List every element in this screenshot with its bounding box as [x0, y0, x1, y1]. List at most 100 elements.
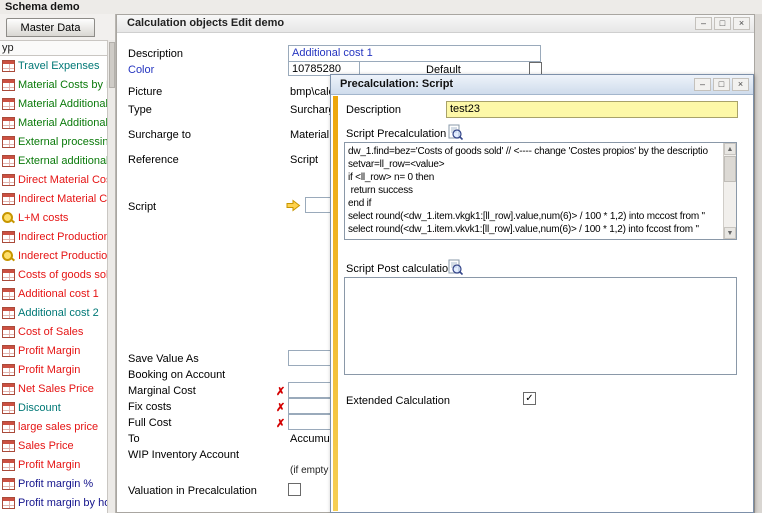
table-icon [2, 231, 15, 243]
list-item-label: Material Additional C [18, 117, 107, 129]
dialog-description-input[interactable]: test23 [446, 101, 738, 118]
table-icon [2, 174, 15, 186]
script-scrollbar[interactable]: ▲ ▼ [723, 143, 736, 239]
script-precalculation-zoom-icon[interactable] [447, 124, 463, 140]
table-icon [2, 345, 15, 357]
sidebar-list: Travel Expenses Material Costs by Bi Mater… [0, 56, 107, 513]
reference-value[interactable]: Script [290, 154, 318, 166]
script-scrollbar-thumb[interactable] [724, 156, 736, 182]
close-button[interactable]: × [733, 17, 750, 30]
list-item[interactable]: Additional cost 1 [0, 284, 107, 303]
list-item[interactable]: Indirect Production [0, 227, 107, 246]
table-icon [2, 326, 15, 338]
list-item[interactable]: Material Additional C [0, 94, 107, 113]
list-item[interactable]: External additional c [0, 151, 107, 170]
list-item[interactable]: Direct Material Cost [0, 170, 107, 189]
list-item[interactable]: Cost of Sales [0, 322, 107, 341]
list-item-label: large sales price [18, 421, 98, 433]
list-item-label: Profit Margin [18, 364, 80, 376]
description-input[interactable]: Additional cost 1 [288, 45, 541, 62]
list-item[interactable]: Net Sales Price [0, 379, 107, 398]
list-item-label: Material Costs by Bi [18, 79, 107, 91]
dialog-description-label: Description [346, 104, 401, 116]
dialog-minimize-button[interactable]: – [694, 78, 711, 91]
script-post-text [345, 278, 736, 374]
list-item-label: Sales Price [18, 440, 74, 452]
script-post-calculation-zoom-icon[interactable] [447, 259, 463, 275]
script-label: Script [128, 201, 156, 213]
script-post-calculation-label: Script Post calculation [346, 263, 454, 275]
list-item[interactable]: Material Additional C [0, 113, 107, 132]
list-item[interactable]: Profit Margin [0, 341, 107, 360]
arrow-right-icon[interactable] [286, 199, 301, 212]
picture-value[interactable]: bmp\calc [290, 86, 334, 98]
list-item[interactable]: Travel Expenses [0, 56, 107, 75]
table-icon [2, 383, 15, 395]
full-cost-error-icon: ✗ [276, 417, 285, 430]
list-item[interactable]: Sales Price [0, 436, 107, 455]
edit-window-titlebar[interactable]: Calculation objects Edit demo – □ × [117, 15, 754, 33]
table-icon [2, 98, 15, 110]
script-pre-text: dw_1.find=bez='Costs of goods sold' // <… [345, 143, 723, 239]
list-item[interactable]: Profit margin % [0, 474, 107, 493]
list-item-label: Cost of Sales [18, 326, 83, 338]
list-item[interactable]: Material Costs by Bi [0, 75, 107, 94]
list-item[interactable]: External processing [0, 132, 107, 151]
table-icon [2, 364, 15, 376]
scroll-up-icon[interactable]: ▲ [724, 143, 736, 155]
table-icon [2, 459, 15, 471]
scroll-down-icon[interactable]: ▼ [724, 227, 736, 239]
valuation-in-precalculation-label: Valuation in Precalculation [128, 485, 257, 497]
marginal-cost-error-icon: ✗ [276, 385, 285, 398]
list-item[interactable]: large sales price [0, 417, 107, 436]
table-icon [2, 478, 15, 490]
dialog-titlebar[interactable]: Precalculation: Script – □ × [331, 75, 753, 95]
table-icon [2, 402, 15, 414]
list-item-label: Inderect Production [18, 250, 107, 262]
list-item[interactable]: Profit Margin [0, 360, 107, 379]
list-item[interactable]: Profit margin by ho [0, 493, 107, 512]
sidebar-scrollbar[interactable] [107, 40, 116, 513]
app-titlebar[interactable]: Schema demo [0, 0, 762, 14]
list-item-label: Profit margin by ho [18, 497, 107, 509]
list-item[interactable]: Additional cost 2 [0, 303, 107, 322]
list-column-header: yp [0, 40, 107, 56]
list-item-label: Direct Material Cost [18, 174, 107, 186]
list-item-label: Travel Expenses [18, 60, 100, 72]
table-icon [2, 193, 15, 205]
script-post-calculation-box[interactable] [344, 277, 737, 375]
extended-calculation-checkbox[interactable]: ✓ [523, 392, 536, 405]
booking-on-account-label: Booking on Account [128, 369, 225, 381]
list-item[interactable]: Discount [0, 398, 107, 417]
table-icon [2, 60, 15, 72]
picture-label: Picture [128, 86, 162, 98]
list-item-label: External processing [18, 136, 107, 148]
list-item[interactable]: Inderect Production [0, 246, 107, 265]
description-label: Description [128, 48, 183, 60]
dialog-accent-strip [333, 96, 338, 511]
color-label[interactable]: Color [128, 64, 154, 76]
to-value[interactable]: Accumul [290, 433, 332, 445]
list-item-label: Profit margin % [18, 478, 93, 490]
master-data-tab[interactable]: Master Data [6, 18, 95, 37]
list-item-label: L+M costs [18, 212, 68, 224]
valuation-in-precalculation-checkbox[interactable] [288, 483, 301, 496]
script-precalculation-label: Script Precalculation [346, 128, 446, 140]
list-item[interactable]: Indirect Material Co [0, 189, 107, 208]
marginal-cost-label: Marginal Cost [128, 385, 196, 397]
list-item-label: External additional c [18, 155, 107, 167]
dialog-close-button[interactable]: × [732, 78, 749, 91]
type-label: Type [128, 104, 152, 116]
list-item[interactable]: Costs of goods sold [0, 265, 107, 284]
minimize-button[interactable]: – [695, 17, 712, 30]
list-item[interactable]: Profit Margin [0, 455, 107, 474]
table-icon [2, 421, 15, 433]
dialog-maximize-button[interactable]: □ [713, 78, 730, 91]
maximize-button[interactable]: □ [714, 17, 731, 30]
sidebar-scrollbar-thumb[interactable] [109, 42, 115, 88]
script-precalculation-box[interactable]: dw_1.find=bez='Costs of goods sold' // <… [344, 142, 737, 240]
table-icon [2, 155, 15, 167]
table-icon [2, 269, 15, 281]
type-value[interactable]: Surcharg [290, 104, 335, 116]
list-item[interactable]: L+M costs [0, 208, 107, 227]
